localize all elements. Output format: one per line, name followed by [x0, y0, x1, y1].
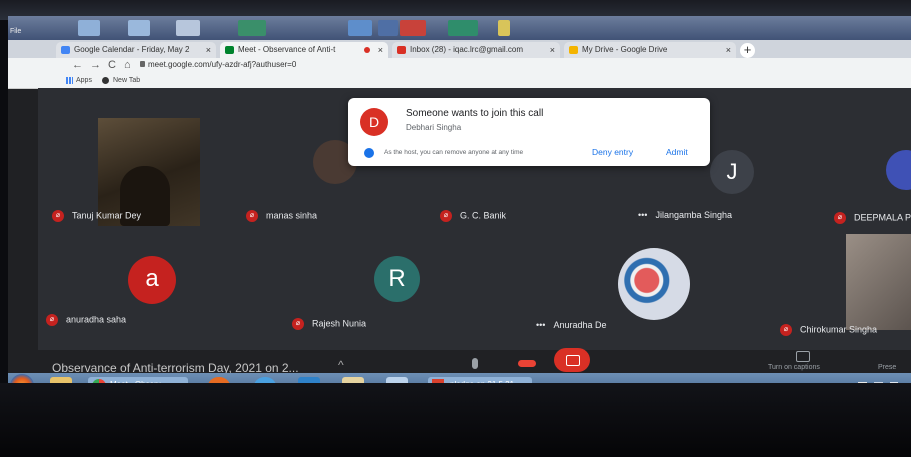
tab-gmail-inbox[interactable]: Inbox (28) - iqac.lrc@gmail.com × [392, 42, 560, 58]
bookmark-new-tab[interactable]: New Tab [113, 77, 140, 84]
home-icon[interactable]: ⌂ [124, 59, 131, 71]
mic-off-icon: ⌀ [440, 210, 452, 222]
tab-label: My Drive - Google Drive [582, 45, 668, 54]
flower-avatar [618, 248, 690, 320]
background-window-titlebar: File [8, 16, 911, 42]
forward-icon[interactable]: → [90, 59, 101, 71]
deny-entry-button[interactable]: Deny entry [592, 147, 633, 157]
captions-label[interactable]: Turn on captions [768, 364, 820, 371]
participant-name: ••• Anuradha De [536, 320, 607, 330]
requester-name: Debhari Singha [406, 123, 462, 132]
shield-icon [364, 148, 374, 158]
participant-avatar: R [374, 256, 420, 302]
mic-off-icon: ⌀ [52, 210, 64, 222]
mic-off-icon: ⌀ [246, 210, 258, 222]
bookmarks-bar: Apps New Tab [8, 74, 911, 89]
window-icon [448, 20, 478, 36]
participant-name: ⌀ G. C. Banik [440, 210, 506, 222]
present-label[interactable]: Prese [878, 364, 896, 371]
minimize-icon[interactable] [378, 20, 398, 36]
monitor-bezel [0, 383, 911, 457]
close-tab-icon[interactable]: × [550, 42, 555, 58]
participant-name: ⌀ anuradha saha [46, 314, 126, 326]
camera-off-button[interactable] [554, 348, 590, 372]
tab-google-drive[interactable]: My Drive - Google Drive × [564, 42, 736, 58]
participant-avatar [886, 150, 911, 190]
participant-name: ⌀ Tanuj Kumar Dey [52, 210, 141, 222]
new-tab-globe-icon [102, 77, 109, 84]
more-dots-icon: ••• [536, 320, 546, 330]
mic-off-icon: ⌀ [780, 324, 792, 336]
reload-icon[interactable]: C [108, 59, 116, 71]
lock-icon [140, 61, 145, 67]
gmail-icon [397, 46, 406, 54]
drive-icon [569, 46, 578, 54]
participant-name: ••• Jilangamba Singha [638, 210, 733, 220]
cursor-icon [498, 20, 510, 36]
participant-avatar: a [128, 256, 176, 304]
close-icon[interactable] [400, 20, 426, 36]
window-icon [238, 20, 266, 36]
recording-dot-icon [364, 47, 370, 53]
join-request-dialog: D Someone wants to join this call Debhar… [348, 98, 710, 166]
apps-grid-icon[interactable] [66, 77, 73, 84]
tab-label: Inbox (28) - iqac.lrc@gmail.com [410, 45, 524, 54]
browser-tab-bar: Google Calendar - Friday, May 2 × Meet -… [8, 40, 911, 58]
tab-label: Meet - Observance of Anti-t [238, 45, 336, 54]
tab-label: Google Calendar - Friday, May 2 [74, 45, 190, 54]
window-icon [78, 20, 100, 36]
more-dots-icon: ••• [638, 210, 648, 220]
window-icon [176, 20, 200, 36]
host-note: As the host, you can remove anyone at an… [384, 149, 524, 156]
monitor-screen: File Google Calendar - Friday, May 2 × M… [8, 16, 911, 388]
mic-off-icon: ⌀ [292, 318, 304, 330]
participant-avatar: J [710, 150, 754, 194]
participant-name: ⌀ Rajesh Nunia [292, 318, 366, 330]
chevron-up-icon[interactable]: ^ [338, 358, 344, 372]
meet-icon [225, 46, 234, 54]
browser-toolbar: ← → C ⌂ meet.google.com/ufy-azdr-afj?aut… [8, 58, 911, 74]
file-menu[interactable]: File [10, 28, 21, 35]
mic-off-icon: ⌀ [46, 314, 58, 326]
window-icon [128, 20, 150, 36]
new-tab-button[interactable]: + [740, 43, 755, 58]
captions-icon[interactable] [796, 351, 810, 362]
close-tab-icon[interactable]: × [378, 42, 383, 58]
participant-name: ⌀ DEEPMALA P [834, 212, 911, 224]
close-tab-icon[interactable]: × [206, 42, 211, 58]
tab-meet[interactable]: Meet - Observance of Anti-t × [220, 42, 388, 58]
admit-button[interactable]: Admit [666, 147, 688, 157]
calendar-icon [61, 46, 70, 54]
dialog-title: Someone wants to join this call [406, 108, 544, 119]
close-tab-icon[interactable]: × [726, 42, 731, 58]
requester-avatar: D [360, 108, 388, 136]
mic-off-icon: ⌀ [834, 212, 846, 224]
microphone-icon[interactable] [472, 358, 478, 369]
participant-video [846, 234, 911, 330]
tab-google-calendar[interactable]: Google Calendar - Friday, May 2 × [56, 42, 216, 58]
address-bar[interactable]: meet.google.com/ufy-azdr-afj?authuser=0 [148, 60, 296, 69]
bookmark-apps[interactable]: Apps [76, 77, 92, 84]
participant-name: ⌀ manas sinha [246, 210, 317, 222]
hang-up-icon[interactable] [518, 360, 536, 367]
participant-name: ⌀ Chirokumar Singha [780, 324, 877, 336]
back-icon[interactable]: ← [72, 59, 83, 71]
camera-off-icon [566, 355, 580, 366]
window-icon [348, 20, 372, 36]
